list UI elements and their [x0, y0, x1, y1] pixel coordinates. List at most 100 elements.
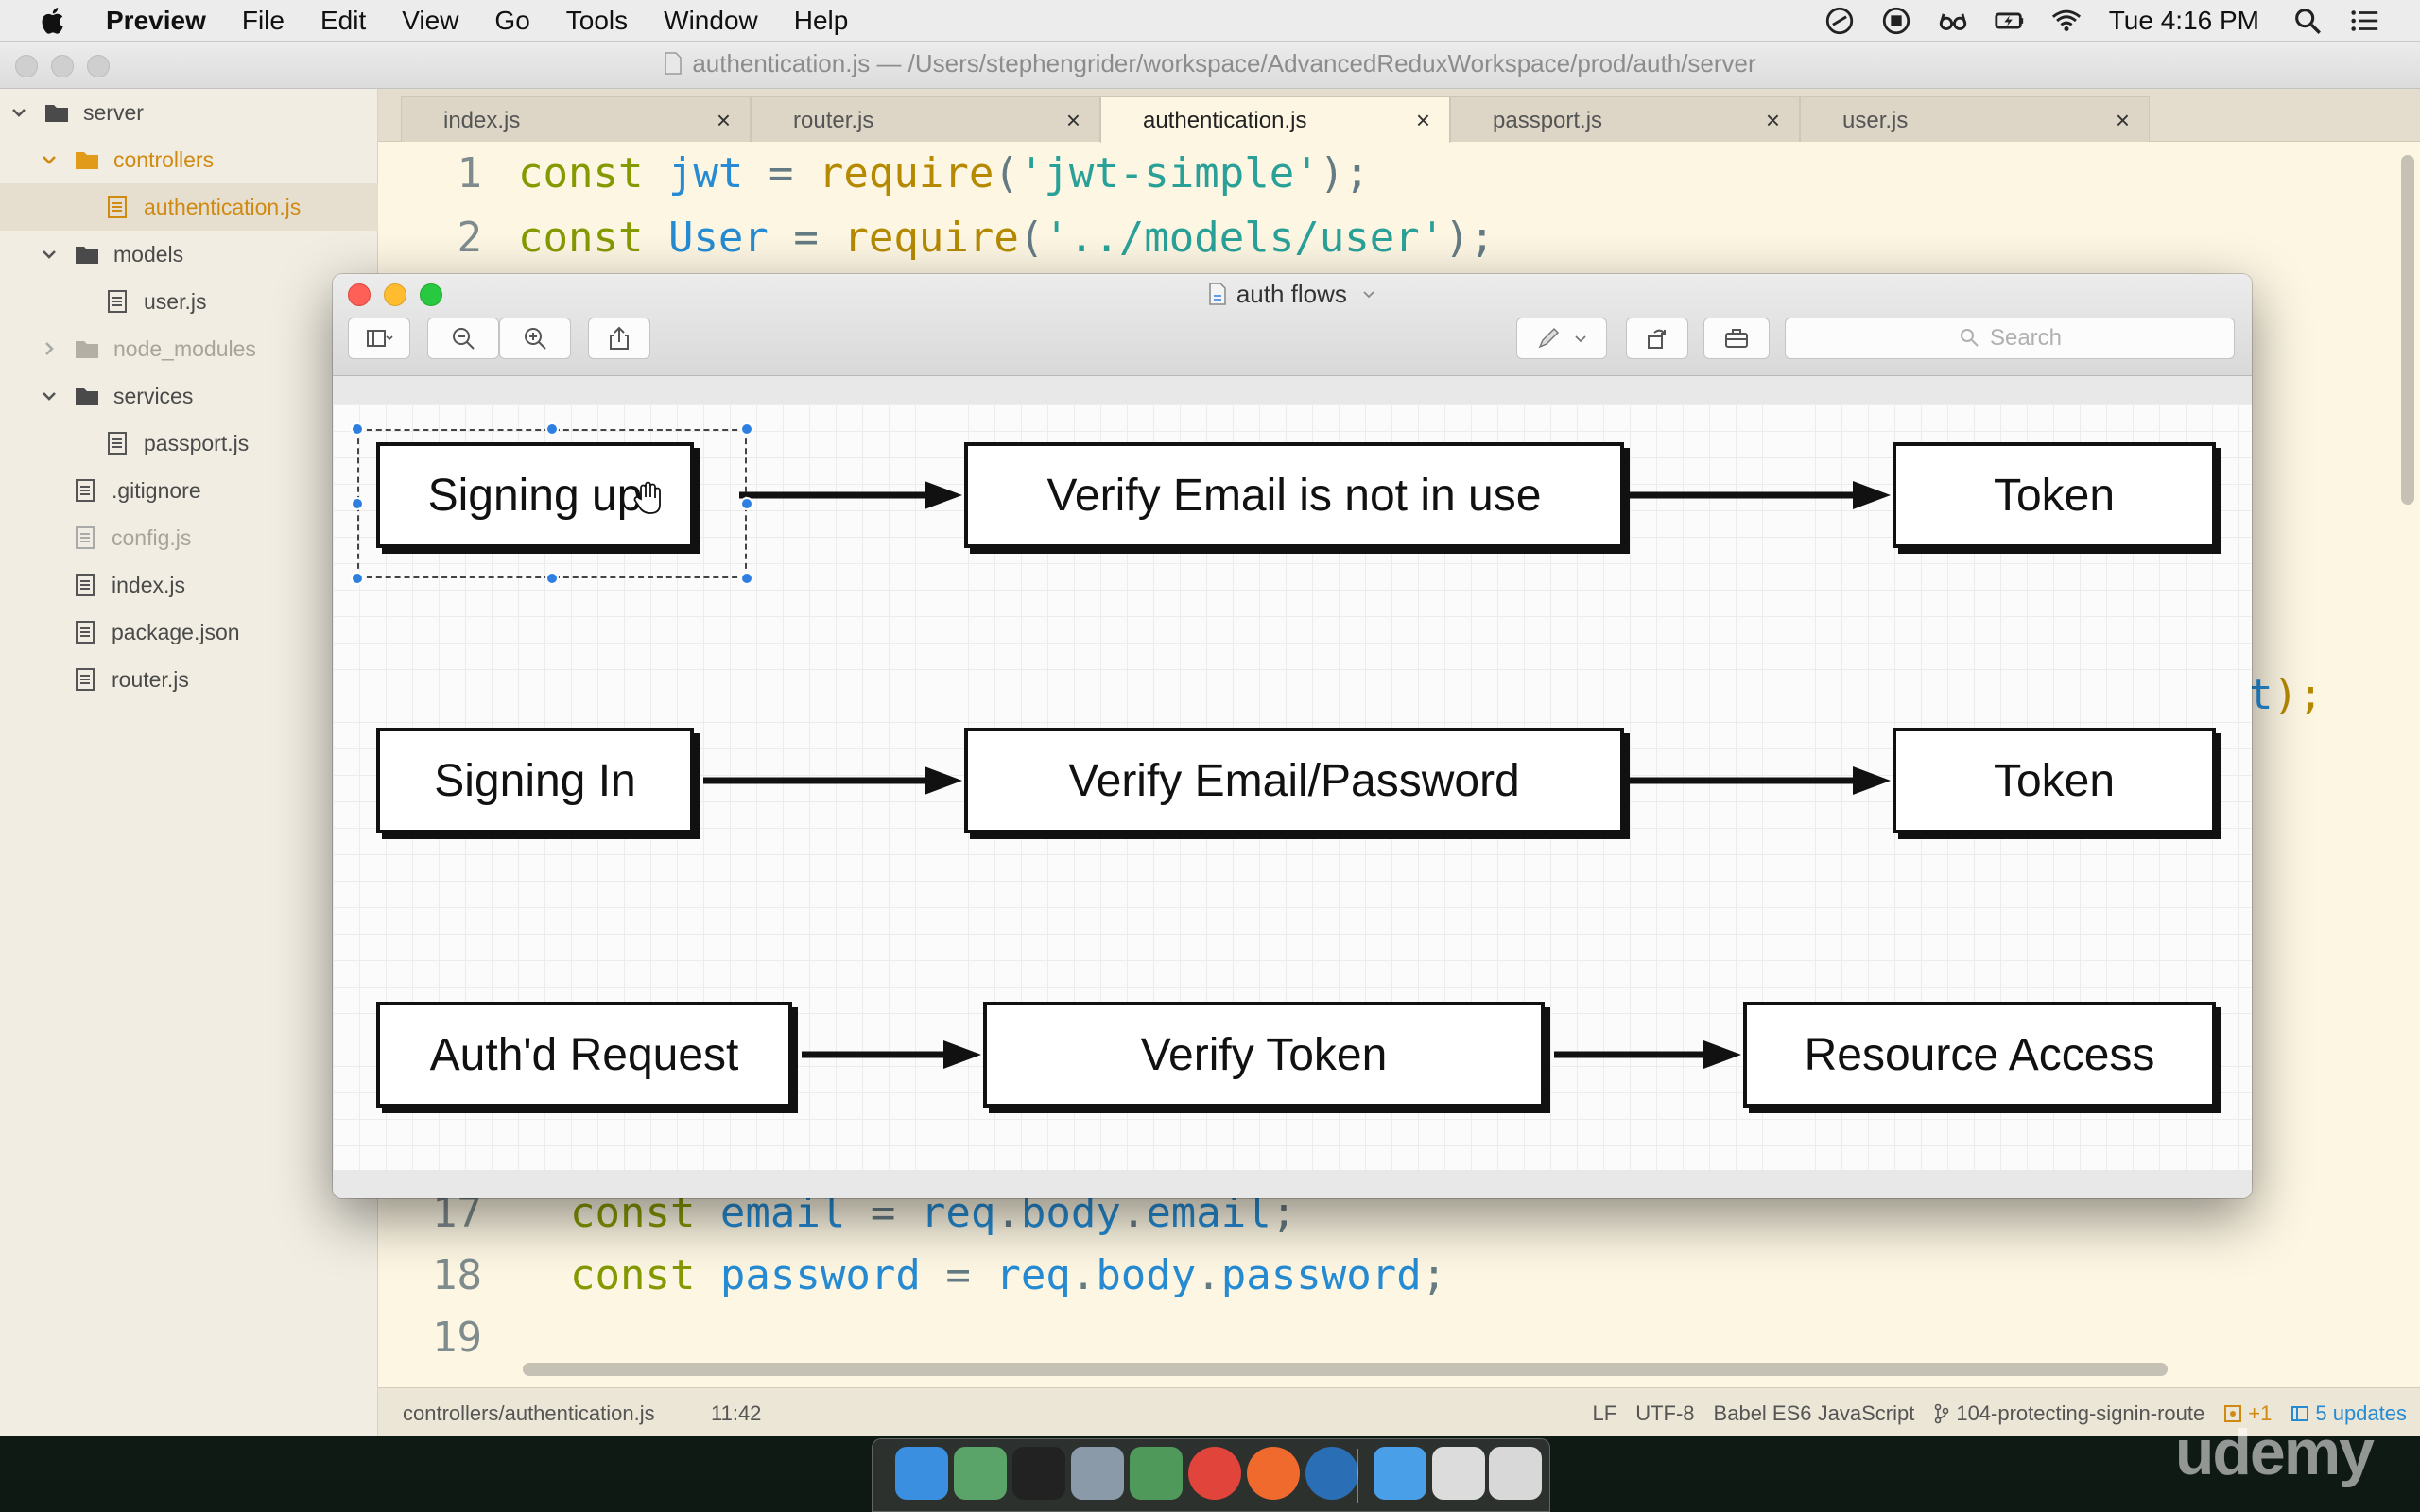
tree-item-node-modules[interactable]: node_modules [0, 325, 378, 372]
tab-index-js[interactable]: index.js × [401, 96, 751, 142]
tree-item-index-js[interactable]: index.js [0, 561, 378, 609]
horizontal-scrollbar[interactable] [523, 1363, 2168, 1376]
sidebar-toggle-button[interactable] [348, 318, 410, 359]
glasses-icon[interactable] [1937, 5, 1969, 37]
resize-handle[interactable] [740, 422, 753, 436]
tree-item-authentication-js[interactable]: authentication.js [0, 183, 378, 231]
tree-item-router-js[interactable]: router.js [0, 656, 378, 703]
rotate-button[interactable] [1626, 318, 1688, 359]
resize-handle[interactable] [351, 572, 364, 585]
flow-box-verify-token[interactable]: Verify Token [983, 1002, 1545, 1108]
menu-go[interactable]: Go [494, 6, 529, 36]
status-line-ending[interactable]: LF [1593, 1401, 1617, 1426]
preview-window-title[interactable]: auth flows [333, 280, 2252, 309]
status-file-path[interactable]: controllers/authentication.js [403, 1401, 655, 1426]
flow-box-authd-request[interactable]: Auth'd Request [376, 1002, 792, 1108]
menu-tools[interactable]: Tools [566, 6, 628, 36]
battery-icon[interactable] [1994, 5, 2026, 37]
terminal-icon[interactable] [1012, 1447, 1065, 1500]
wifi-icon[interactable] [2050, 5, 2083, 37]
preview-search-field[interactable]: Search [1785, 318, 2235, 359]
zoom-in-button[interactable] [499, 318, 571, 359]
status-encoding[interactable]: UTF-8 [1635, 1401, 1694, 1426]
code-token: const [518, 148, 668, 198]
tab-label: user.js [1842, 108, 1909, 133]
tab-user-js[interactable]: user.js × [1800, 96, 2150, 142]
menu-window[interactable]: Window [664, 6, 758, 36]
line-number: 1 [457, 148, 483, 198]
tree-view: server controllers authentication.js mod… [0, 89, 378, 1436]
tree-item-package-json[interactable]: package.json [0, 609, 378, 656]
status-grammar[interactable]: Babel ES6 JavaScript [1714, 1401, 1915, 1426]
tree-item-services[interactable]: services [0, 372, 378, 420]
flow-box-verify-email-not-in-use[interactable]: Verify Email is not in use [964, 442, 1624, 548]
menu-clock[interactable]: Tue 4:16 PM [2109, 6, 2259, 36]
tree-item-server[interactable]: server [0, 89, 378, 136]
tree-item-models[interactable]: models [0, 231, 378, 278]
quicktime-icon[interactable] [1305, 1447, 1358, 1500]
chrome-icon[interactable] [1188, 1447, 1241, 1500]
code-text: const password = req.body.password; [520, 1251, 1446, 1299]
resize-handle[interactable] [545, 422, 559, 436]
menu-view[interactable]: View [402, 6, 458, 36]
postman-icon[interactable] [1247, 1447, 1300, 1500]
diagram-canvas[interactable]: Signing up Verify Email is not in use To… [333, 404, 2252, 1170]
markup-toolbox-button[interactable] [1703, 318, 1770, 359]
tree-item-label: index.js [112, 572, 185, 597]
tab-close-icon[interactable]: × [717, 106, 731, 135]
tab-close-icon[interactable]: × [2116, 106, 2130, 135]
resize-handle[interactable] [545, 572, 559, 585]
finder-icon[interactable] [895, 1447, 948, 1500]
tree-item-gitignore[interactable]: .gitignore [0, 467, 378, 514]
preview-icon[interactable] [1071, 1447, 1124, 1500]
trash-icon[interactable] [1489, 1447, 1542, 1500]
code-token: req [995, 1250, 1071, 1299]
folder-icon[interactable] [1374, 1447, 1426, 1500]
tree-item-passport-js[interactable]: passport.js [0, 420, 378, 467]
file-text-icon [108, 290, 127, 313]
tab-close-icon[interactable]: × [1766, 106, 1780, 135]
status-cursor-position[interactable]: 11:42 [711, 1401, 761, 1426]
sync-status-icon[interactable] [1824, 5, 1856, 37]
menu-help[interactable]: Help [794, 6, 849, 36]
resize-handle[interactable] [740, 497, 753, 510]
resize-handle[interactable] [351, 497, 364, 510]
atom-icon[interactable] [954, 1447, 1007, 1500]
tree-item-user-js[interactable]: user.js [0, 278, 378, 325]
vertical-scrollbar[interactable] [2401, 155, 2414, 505]
preview-title-text: auth flows [1236, 280, 1347, 308]
zoom-out-button[interactable] [427, 318, 499, 359]
tab-authentication-js[interactable]: authentication.js × [1100, 96, 1450, 143]
flow-box-token-1[interactable]: Token [1893, 442, 2216, 548]
notification-center-icon[interactable] [2348, 5, 2380, 37]
tab-router-js[interactable]: router.js × [751, 96, 1100, 142]
menu-edit[interactable]: Edit [320, 6, 366, 36]
code-token: require [843, 213, 1019, 262]
flow-box-signing-in[interactable]: Signing In [376, 728, 694, 833]
udemy-watermark: udemy [2174, 1417, 2375, 1488]
resize-handle[interactable] [351, 422, 364, 436]
tab-close-icon[interactable]: × [1066, 106, 1080, 135]
menu-file[interactable]: File [242, 6, 285, 36]
chevron-down-icon [43, 156, 56, 164]
sourcetree-icon[interactable] [1130, 1447, 1183, 1500]
document-icon[interactable] [1432, 1447, 1485, 1500]
tab-passport-js[interactable]: passport.js × [1450, 96, 1800, 142]
tree-item-controllers[interactable]: controllers [0, 136, 378, 183]
selection-frame[interactable] [357, 429, 747, 578]
menu-app-name[interactable]: Preview [106, 6, 206, 36]
share-button[interactable] [588, 318, 650, 359]
spotlight-search-icon[interactable] [2291, 5, 2324, 37]
tab-close-icon[interactable]: × [1416, 106, 1430, 135]
flow-box-resource-access[interactable]: Resource Access [1743, 1002, 2216, 1108]
resize-handle[interactable] [740, 572, 753, 585]
apple-icon[interactable] [38, 5, 70, 37]
status-git-branch[interactable]: 104-protecting-signin-route [1956, 1401, 2204, 1426]
line-number: 19 [432, 1313, 482, 1362]
tree-item-config-js[interactable]: config.js [0, 514, 378, 561]
flow-box-token-2[interactable]: Token [1893, 728, 2216, 833]
flow-box-verify-email-password[interactable]: Verify Email/Password [964, 728, 1624, 833]
markup-pen-button[interactable] [1516, 318, 1607, 359]
tree-item-label: passport.js [144, 430, 250, 455]
record-stop-icon[interactable] [1880, 5, 1912, 37]
